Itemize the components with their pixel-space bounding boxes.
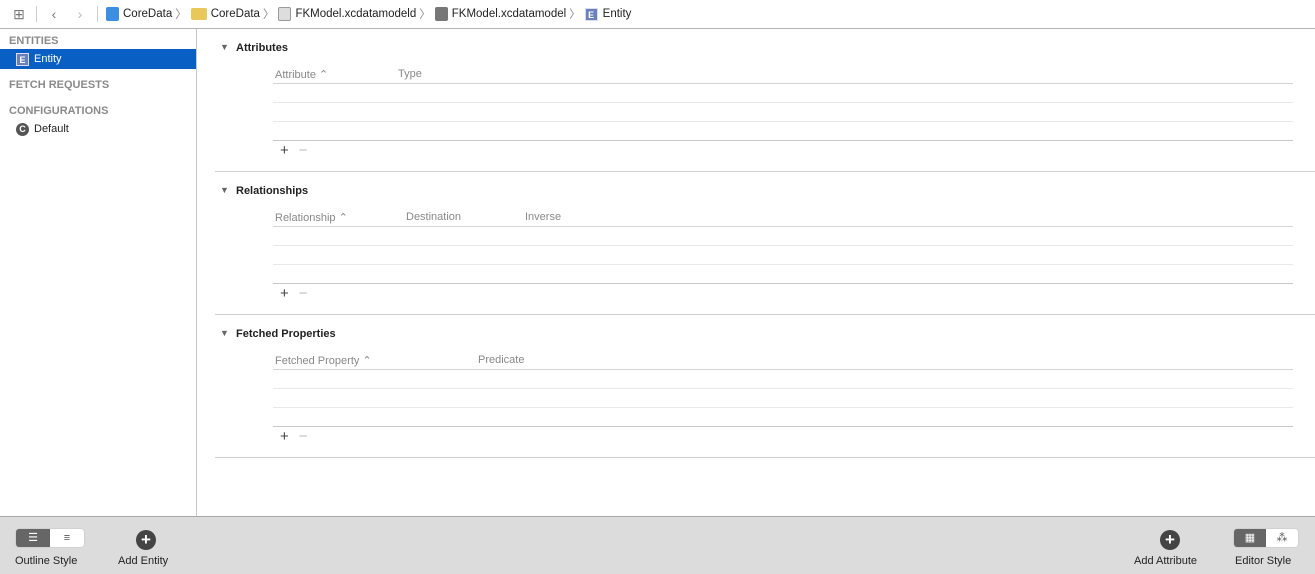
entities-header: ENTITIES xyxy=(9,35,59,47)
add-relationship-button[interactable]: + xyxy=(280,285,289,302)
remove-attribute-button[interactable]: − xyxy=(299,142,308,159)
hierarchy-style-icon[interactable]: ≡ xyxy=(50,529,84,547)
editor-style-label: Editor Style xyxy=(1235,555,1292,567)
sidebar-item-entity[interactable]: E Entity xyxy=(0,49,196,69)
graph-style-icon[interactable]: ⁂ xyxy=(1266,529,1298,547)
breadcrumb-project[interactable]: CoreData 〉 xyxy=(102,6,187,22)
add-entity-button[interactable]: + xyxy=(136,530,156,550)
breadcrumb-entity[interactable]: E Entity xyxy=(581,7,631,21)
column-header-predicate[interactable]: Predicate xyxy=(478,354,524,366)
back-button[interactable]: ‹ xyxy=(41,6,67,22)
breadcrumb-folder[interactable]: CoreData 〉 xyxy=(187,6,274,22)
section-title: Relationships xyxy=(236,185,309,197)
entity-icon: E xyxy=(584,7,598,21)
column-header-relationship[interactable]: Relationship ⌃ xyxy=(275,211,348,224)
configuration-icon: C xyxy=(16,122,29,136)
breadcrumb-modeld[interactable]: FKModel.xcdatamodeld 〉 xyxy=(274,6,431,22)
fetched-properties-section: ▼ Fetched Properties Fetched Property ⌃ P… xyxy=(215,315,1315,458)
breadcrumb-model[interactable]: FKModel.xcdatamodel 〉 xyxy=(431,6,581,22)
column-header-type[interactable]: Type xyxy=(398,68,422,80)
forward-button[interactable]: › xyxy=(67,6,93,22)
relationships-table: Relationship ⌃ Destination Inverse xyxy=(273,208,1293,284)
entity-editor: ▼ Attributes Attribute ⌃ Type + − ▼ Relati… xyxy=(198,29,1315,516)
bottom-toolbar: ☰ ≡ Outline Style + Add Entity + Add Attr… xyxy=(0,516,1315,574)
add-fetched-property-button[interactable]: + xyxy=(280,428,289,445)
project-icon xyxy=(106,7,119,21)
editor-style-toggle[interactable]: ▦ ⁂ xyxy=(1234,529,1298,547)
sidebar: ENTITIES E Entity FETCH REQUESTS CONFIGUR… xyxy=(0,29,197,516)
attributes-table: Attribute ⌃ Type xyxy=(273,65,1293,141)
related-items-icon[interactable]: ⊞ xyxy=(6,6,32,23)
list-style-icon[interactable]: ☰ xyxy=(16,529,50,547)
fetch-requests-header[interactable]: FETCH REQUESTS xyxy=(0,73,196,93)
section-title: Attributes xyxy=(236,42,288,54)
column-header-inverse[interactable]: Inverse xyxy=(525,211,561,223)
outline-style-label: Outline Style xyxy=(15,555,78,567)
disclosure-triangle-icon[interactable]: ▼ xyxy=(220,185,229,195)
model-bundle-icon xyxy=(278,7,292,21)
column-header-fetched-property[interactable]: Fetched Property ⌃ xyxy=(275,354,372,367)
jump-bar: ⊞ ‹ › CoreData 〉 CoreData 〉 FKModel.xcdata… xyxy=(0,0,1315,29)
add-attribute-button[interactable]: + xyxy=(1160,530,1180,550)
outline-style-toggle[interactable]: ☰ ≡ xyxy=(16,529,84,547)
entity-icon: E xyxy=(16,52,29,66)
section-title: Fetched Properties xyxy=(236,328,336,340)
add-attribute-label: Add Attribute xyxy=(1134,555,1197,567)
add-attribute-plus-button[interactable]: + xyxy=(280,142,289,159)
disclosure-triangle-icon[interactable]: ▼ xyxy=(220,42,229,52)
add-entity-label: Add Entity xyxy=(118,555,169,567)
fetched-properties-table: Fetched Property ⌃ Predicate xyxy=(273,351,1293,427)
column-header-destination[interactable]: Destination xyxy=(406,211,461,223)
model-file-icon xyxy=(434,7,448,21)
table-style-icon[interactable]: ▦ xyxy=(1234,529,1266,547)
configurations-header: CONFIGURATIONS xyxy=(9,105,109,117)
attributes-section: ▼ Attributes Attribute ⌃ Type + − xyxy=(215,29,1315,172)
relationships-section: ▼ Relationships Relationship ⌃ Destinatio… xyxy=(215,172,1315,315)
disclosure-triangle-icon[interactable]: ▼ xyxy=(220,328,229,338)
remove-relationship-button[interactable]: − xyxy=(299,285,308,302)
column-header-attribute[interactable]: Attribute ⌃ xyxy=(275,68,328,81)
sidebar-item-default[interactable]: C Default xyxy=(0,119,196,139)
folder-icon xyxy=(190,8,207,20)
remove-fetched-property-button[interactable]: − xyxy=(299,428,308,445)
